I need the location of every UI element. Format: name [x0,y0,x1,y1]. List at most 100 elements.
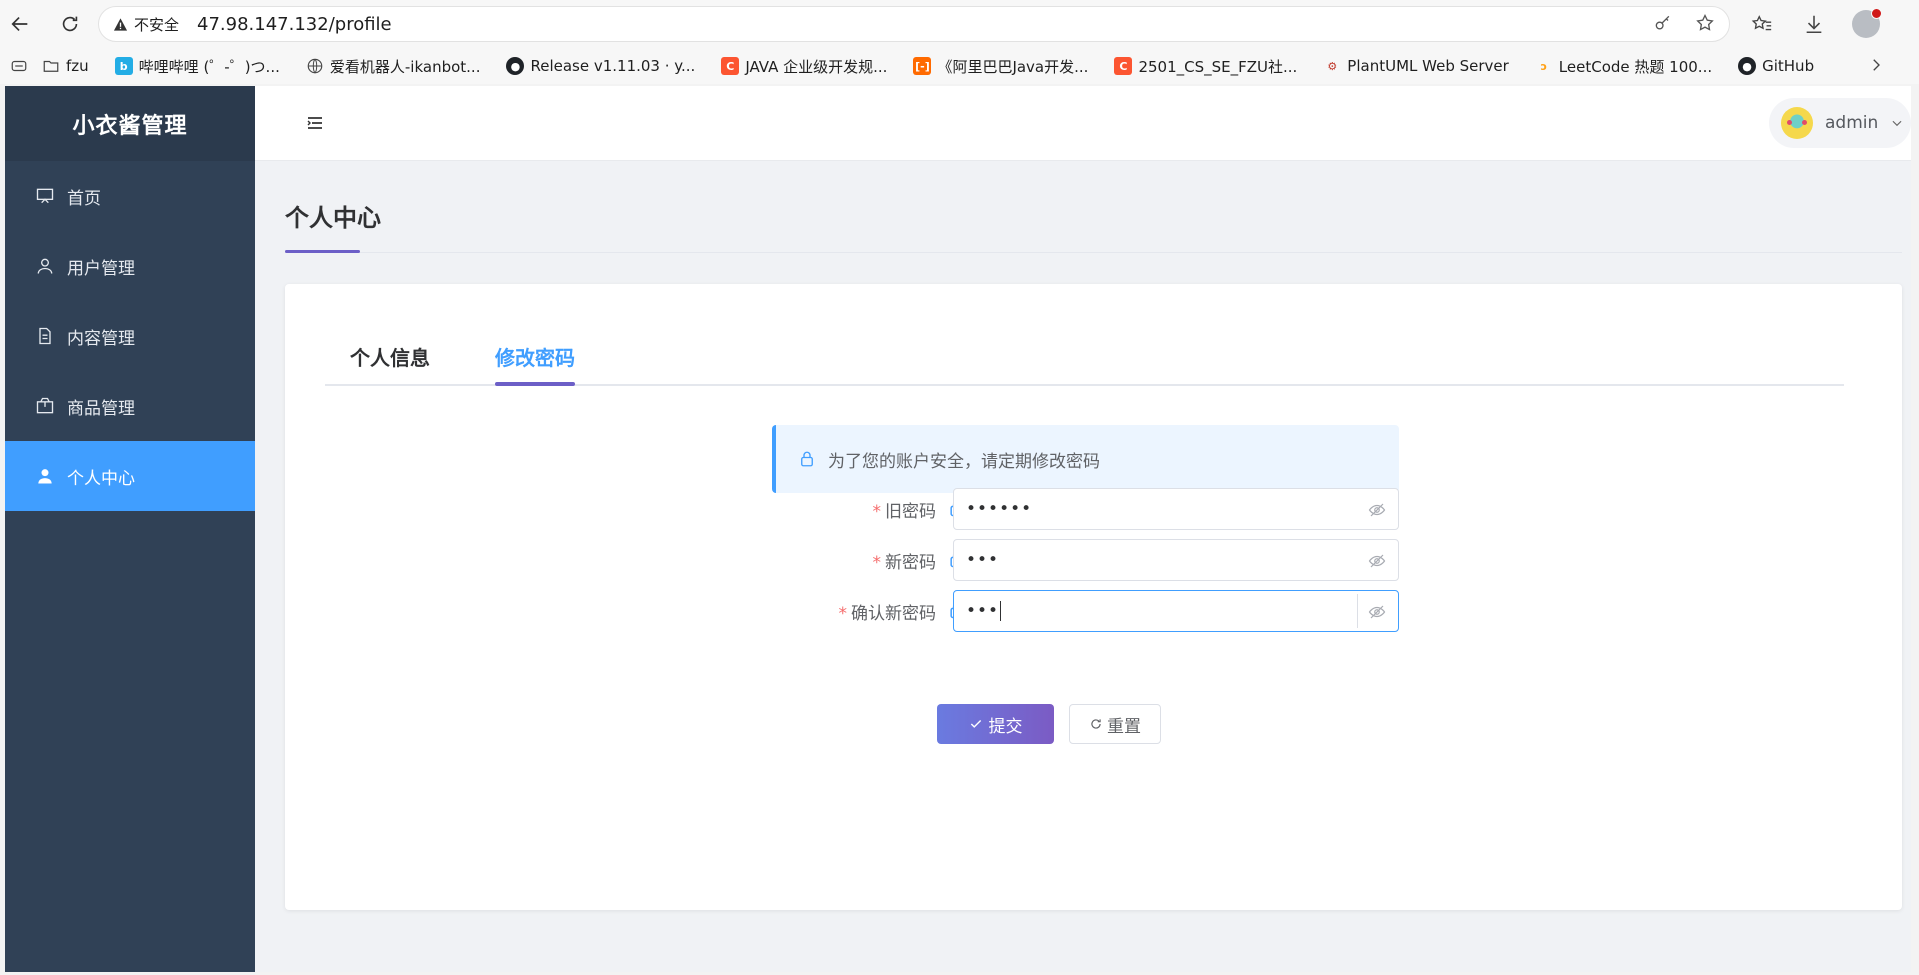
bookmark-item[interactable]: ⚙ PlantUML Web Server [1323,57,1509,75]
browser-toolbar: 不安全 47.98.147.132/profile [0,0,1919,48]
aliyun-icon: [-] [913,57,932,75]
downloads-button[interactable] [1798,8,1830,40]
new-password-value: ••• [966,550,1000,570]
check-icon [970,720,981,728]
reset-button[interactable]: 重置 [1069,704,1161,744]
suffix-divider [1357,594,1358,628]
csdn-icon: C [1114,57,1133,75]
favorite-star-icon[interactable] [1695,13,1715,33]
package-icon [36,397,54,414]
refresh-icon [1091,719,1101,729]
notice-text: 为了您的账户安全，请定期修改密码 [828,451,1100,472]
submit-label: 提交 [988,716,1023,737]
user-filled-icon [38,469,52,484]
old-password-value: •••••• [966,499,1033,519]
github-icon: ● [506,57,525,75]
bookmark-label: fzu [66,57,89,75]
bookmark-item[interactable]: 爱看机器人-ikanbot... [306,56,481,77]
back-arrow-icon [11,16,28,32]
favorites-button[interactable] [1746,8,1778,40]
tab-personal-info[interactable]: 个人信息 [350,342,430,371]
leetcode-icon: ↄ [1534,57,1553,75]
label-text: 确认新密码 [851,604,936,624]
back-button[interactable] [4,8,36,40]
top-header: admin [255,86,1911,161]
reading-list-button[interactable] [10,57,28,75]
text-caret [1000,601,1002,621]
active-tab-indicator [495,382,575,386]
favorites-list-icon [1751,15,1772,31]
new-password-input[interactable]: ••• [953,539,1399,581]
eye-off-icon[interactable] [1368,552,1386,570]
sidebar-item-users[interactable]: 用户管理 [5,231,255,301]
key-icon[interactable] [1653,13,1673,33]
folder-icon [43,60,59,72]
sidebar-item-label: 首页 [67,188,101,209]
sidebar-item-label: 商品管理 [67,398,135,419]
document-icon [39,327,51,345]
menu-toggle-icon[interactable] [307,116,323,130]
bookmark-item[interactable]: fzu [42,57,89,75]
sidebar-item-content[interactable]: 内容管理 [5,301,255,371]
security-notice: 为了您的账户安全，请定期修改密码 [772,425,1399,493]
main-content: 个人中心 个人信息 修改密码 为了您的账户安全，请定期修改密码 * 旧密码 •••… [255,161,1911,972]
url-text[interactable]: 47.98.147.132/profile [197,14,392,35]
sidebar-item-profile[interactable]: 个人中心 [5,441,255,511]
sidebar: 小衣酱管理 首页 用户管理 内容管理 商品管理 个人中心 [5,86,255,972]
label-text: 新密码 [885,553,936,573]
bookmark-item[interactable]: ● GitHub [1738,57,1814,75]
user-icon [37,258,53,274]
bookmark-label: PlantUML Web Server [1347,57,1509,75]
bookmark-label: 爱看机器人-ikanbot... [329,57,481,76]
bookmark-item[interactable]: ● Release v1.11.03 · y... [506,57,695,75]
bookmark-item[interactable]: C JAVA 企业级开发规... [721,56,887,77]
eye-off-icon[interactable] [1368,603,1386,621]
reload-button[interactable] [54,8,86,40]
old-password-row: * 旧密码 •••••• [772,488,1399,530]
bookmark-label: JAVA 企业级开发规... [745,57,888,76]
bookmark-item[interactable]: b 哔哩哔哩 (゜-゜)つ... [114,56,280,77]
required-mark: * [838,604,848,624]
new-password-label: * 新密码 [873,548,937,573]
avatar [1781,107,1813,139]
security-warning[interactable]: 不安全 [113,14,179,35]
confirm-password-row: * 确认新密码 ••• [772,590,1399,632]
brand-title: 小衣酱管理 [5,86,255,161]
bilibili-icon: b [114,57,133,75]
page-title: 个人中心 [285,204,381,232]
bookmarks-more-button[interactable] [1867,56,1885,78]
address-bar[interactable]: 不安全 47.98.147.132/profile [98,6,1730,42]
bookmark-item[interactable]: C 2501_CS_SE_FZU社... [1114,56,1297,77]
github-icon: ● [1738,57,1757,75]
confirm-password-input[interactable]: ••• [953,590,1399,632]
csdn-icon: C [721,57,740,75]
plantuml-icon: ⚙ [1323,57,1342,75]
user-dropdown[interactable]: admin [1769,98,1911,148]
sidebar-item-products[interactable]: 商品管理 [5,371,255,441]
bookmark-label: 哔哩哔哩 (゜-゜)つ... [138,57,280,76]
title-divider [285,252,1902,253]
required-mark: * [872,502,882,522]
bookmark-item[interactable]: [-] 《阿里巴巴Java开发... [913,56,1088,77]
lock-icon [801,451,813,467]
chevron-right-icon [1873,59,1880,71]
confirm-password-value: ••• [966,601,1000,621]
old-password-label: * 旧密码 [873,497,937,522]
sidebar-item-label: 内容管理 [67,328,135,349]
old-password-input[interactable]: •••••• [953,488,1399,530]
eye-off-icon[interactable] [1368,501,1386,519]
tab-change-password[interactable]: 修改密码 [495,342,575,371]
app-window: 小衣酱管理 首页 用户管理 内容管理 商品管理 个人中心 admin 个人中心 … [5,86,1911,972]
tab-bar: 个人信息 修改密码 [325,336,1844,386]
download-icon [1806,15,1822,34]
submit-button[interactable]: 提交 [937,704,1054,744]
security-label: 不安全 [134,15,180,34]
bookmark-item[interactable]: ↄ LeetCode 热题 100... [1534,56,1713,77]
sidebar-item-home[interactable]: 首页 [5,161,255,231]
sidebar-item-label: 用户管理 [67,258,135,279]
title-accent-bar [285,250,360,253]
bookmark-label: LeetCode 热题 100... [1558,57,1713,76]
profile-button[interactable] [1850,8,1882,40]
warning-triangle-icon [113,17,128,31]
reset-label: 重置 [1107,716,1141,737]
